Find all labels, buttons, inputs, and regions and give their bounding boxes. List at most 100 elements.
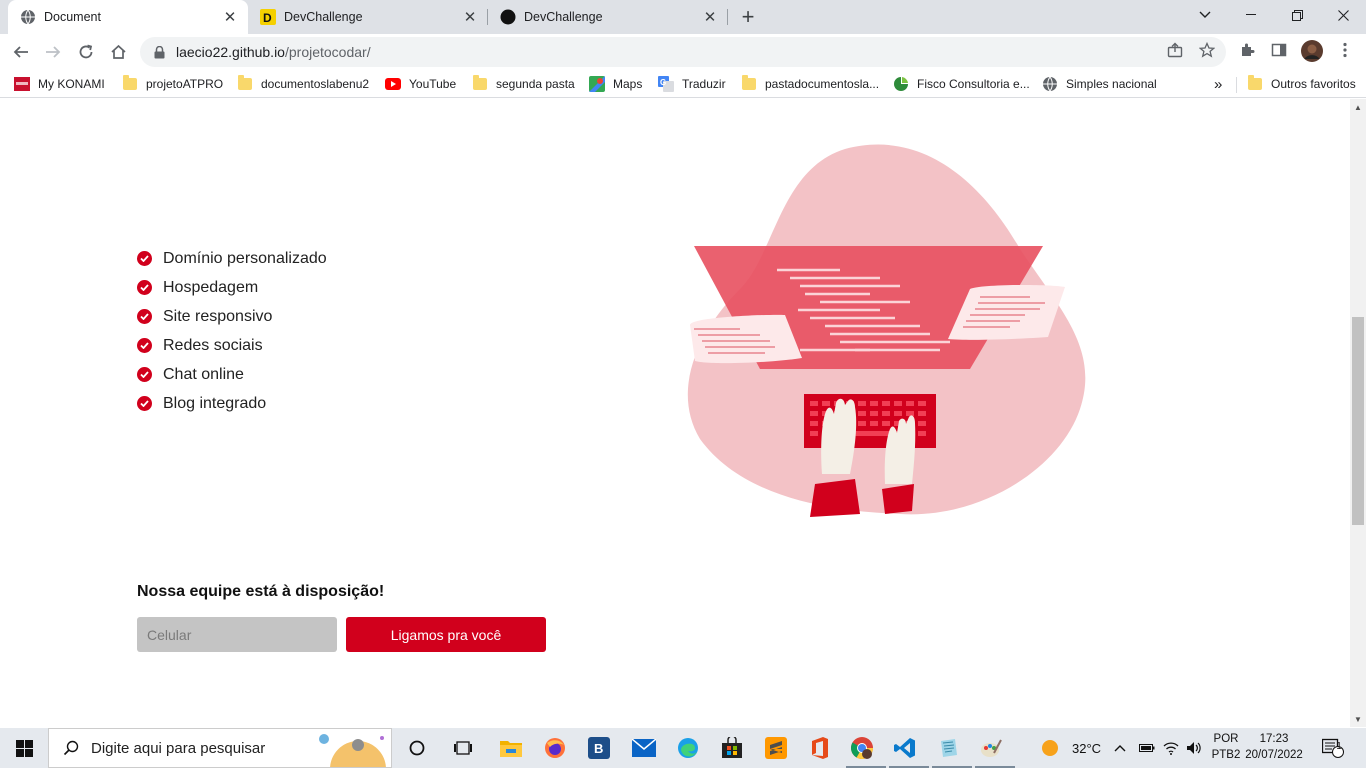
check-circle-icon [137, 367, 152, 382]
scroll-down-arrow-icon[interactable]: ▼ [1350, 711, 1366, 727]
bookmark-youtube[interactable]: YouTube [385, 75, 456, 93]
vscode-icon[interactable] [889, 732, 929, 768]
list-item: Site responsivo [137, 302, 327, 331]
folder-icon [122, 75, 138, 92]
tab-devchallenge-1[interactable]: D DevChallenge ✕ [248, 0, 488, 34]
search-icon [63, 740, 79, 756]
file-explorer-icon[interactable] [495, 732, 527, 764]
list-item: Domínio personalizado [137, 244, 327, 273]
new-tab-button[interactable]: + [736, 4, 760, 29]
scroll-thumb[interactable] [1352, 317, 1364, 525]
menu-kebab-icon[interactable] [1336, 41, 1354, 59]
windows-start-button[interactable] [0, 728, 48, 768]
bookmark-traduzir[interactable]: G Traduzir [658, 75, 726, 93]
side-panel-icon[interactable] [1270, 41, 1288, 59]
lock-icon[interactable] [152, 45, 166, 59]
notification-count: 1 [1336, 741, 1342, 752]
mail-icon[interactable] [628, 732, 660, 764]
minimize-button[interactable] [1228, 0, 1274, 30]
svg-text:D: D [263, 11, 272, 25]
list-item: Blog integrado [137, 389, 327, 418]
bookmark-star-icon[interactable] [1198, 41, 1216, 59]
folder-icon [472, 75, 488, 92]
search-placeholder: Digite aqui para pesquisar [91, 739, 266, 757]
bookmarks-divider [1236, 77, 1237, 93]
firefox-icon[interactable] [539, 732, 571, 764]
notifications-icon[interactable]: 1 [1322, 728, 1344, 768]
translate-icon: G [658, 76, 674, 92]
tab-title: DevChallenge [284, 10, 363, 24]
weather-widget[interactable]: 32°C [1040, 728, 1101, 768]
fisco-icon [893, 76, 909, 92]
scroll-up-arrow-icon[interactable]: ▲ [1350, 99, 1366, 115]
developer-illustration [687, 144, 1086, 517]
store-icon[interactable] [716, 732, 748, 764]
close-tab-icon[interactable]: ✕ [460, 7, 480, 27]
check-circle-icon [137, 309, 152, 324]
tab-document[interactable]: Document ✕ [8, 0, 248, 34]
tab-search-icon[interactable] [1182, 0, 1228, 30]
call-me-button[interactable]: Ligamos pra você [346, 617, 546, 652]
widgets-icon[interactable] [447, 732, 479, 764]
bitwarden-icon[interactable]: B [583, 732, 615, 764]
bookmark-fisco[interactable]: Fisco Consultoria e... [893, 75, 1030, 93]
address-bar[interactable]: laecio22.github.io/projetocodar/ [140, 37, 1226, 67]
feature-list: Domínio personalizado Hospedagem Site re… [137, 244, 327, 418]
extensions-icon[interactable] [1238, 41, 1256, 59]
input-language[interactable]: POR PTB2 [1210, 731, 1242, 763]
tab-title: Document [44, 10, 101, 24]
svg-text:G: G [660, 78, 666, 87]
bookmark-segunda-pasta[interactable]: segunda pasta [472, 75, 575, 93]
back-button[interactable] [6, 37, 36, 67]
system-clock[interactable]: 17:23 20/07/2022 [1244, 731, 1304, 763]
paint-icon[interactable] [975, 732, 1015, 768]
cta-heading: Nossa equipe está à disposição! [137, 583, 385, 600]
bookmark-documentoslabenu2[interactable]: documentoslabenu2 [237, 75, 369, 93]
check-circle-icon [137, 280, 152, 295]
bookmark-maps[interactable]: Maps [589, 75, 642, 93]
chrome-icon[interactable] [846, 732, 886, 768]
sublime-text-icon[interactable] [760, 732, 792, 764]
taskbar-search[interactable]: Digite aqui para pesquisar [48, 728, 392, 772]
devchallenge-icon: D [260, 9, 276, 25]
page-scrollbar[interactable]: ▲ ▼ [1350, 99, 1366, 727]
profile-avatar[interactable] [1301, 40, 1323, 62]
tab-devchallenge-2[interactable]: DevChallenge ✕ [488, 0, 728, 34]
restore-button[interactable] [1274, 0, 1320, 30]
url-text: laecio22.github.io/projetocodar/ [176, 44, 371, 60]
sun-icon [1042, 740, 1058, 756]
edge-icon[interactable] [672, 732, 704, 764]
show-hidden-icons[interactable] [1114, 728, 1126, 768]
phone-input[interactable] [137, 617, 337, 652]
bookmark-projetoatpro[interactable]: projetoATPRO [122, 75, 223, 93]
check-circle-icon [137, 396, 152, 411]
notepad-icon[interactable] [932, 732, 972, 768]
windows-taskbar: Digite aqui para pesquisar B 32°C POR PT… [0, 728, 1366, 772]
forward-button[interactable] [38, 37, 68, 67]
battery-icon[interactable] [1139, 728, 1155, 768]
temperature: 32°C [1072, 740, 1102, 756]
list-item: Chat online [137, 360, 327, 389]
globe-icon [20, 9, 36, 25]
bookmark-outros-favoritos[interactable]: Outros favoritos [1247, 75, 1356, 93]
search-highlight-icon [316, 729, 391, 772]
youtube-icon [385, 76, 401, 92]
share-icon[interactable] [1166, 41, 1184, 59]
home-button[interactable] [103, 37, 133, 67]
task-view-icon[interactable] [401, 732, 433, 764]
volume-icon[interactable] [1186, 728, 1202, 768]
close-window-button[interactable] [1320, 0, 1366, 30]
bookmarks-overflow-button[interactable]: » [1214, 75, 1222, 93]
list-item: Hospedagem [137, 273, 327, 302]
bookmark-pastadocumentos[interactable]: pastadocumentosla... [741, 75, 879, 93]
maps-icon [589, 76, 605, 92]
bookmark-my-konami[interactable]: My KONAMI [14, 75, 105, 93]
bookmark-simples-nacional[interactable]: Simples nacional [1042, 75, 1157, 93]
close-tab-icon[interactable]: ✕ [220, 7, 240, 27]
reload-button[interactable] [71, 37, 101, 67]
konami-icon [14, 76, 30, 92]
close-tab-icon[interactable]: ✕ [700, 7, 720, 27]
page-content: Domínio personalizado Hospedagem Site re… [0, 99, 1350, 727]
wifi-icon[interactable] [1163, 728, 1179, 768]
office-icon[interactable] [804, 732, 836, 764]
